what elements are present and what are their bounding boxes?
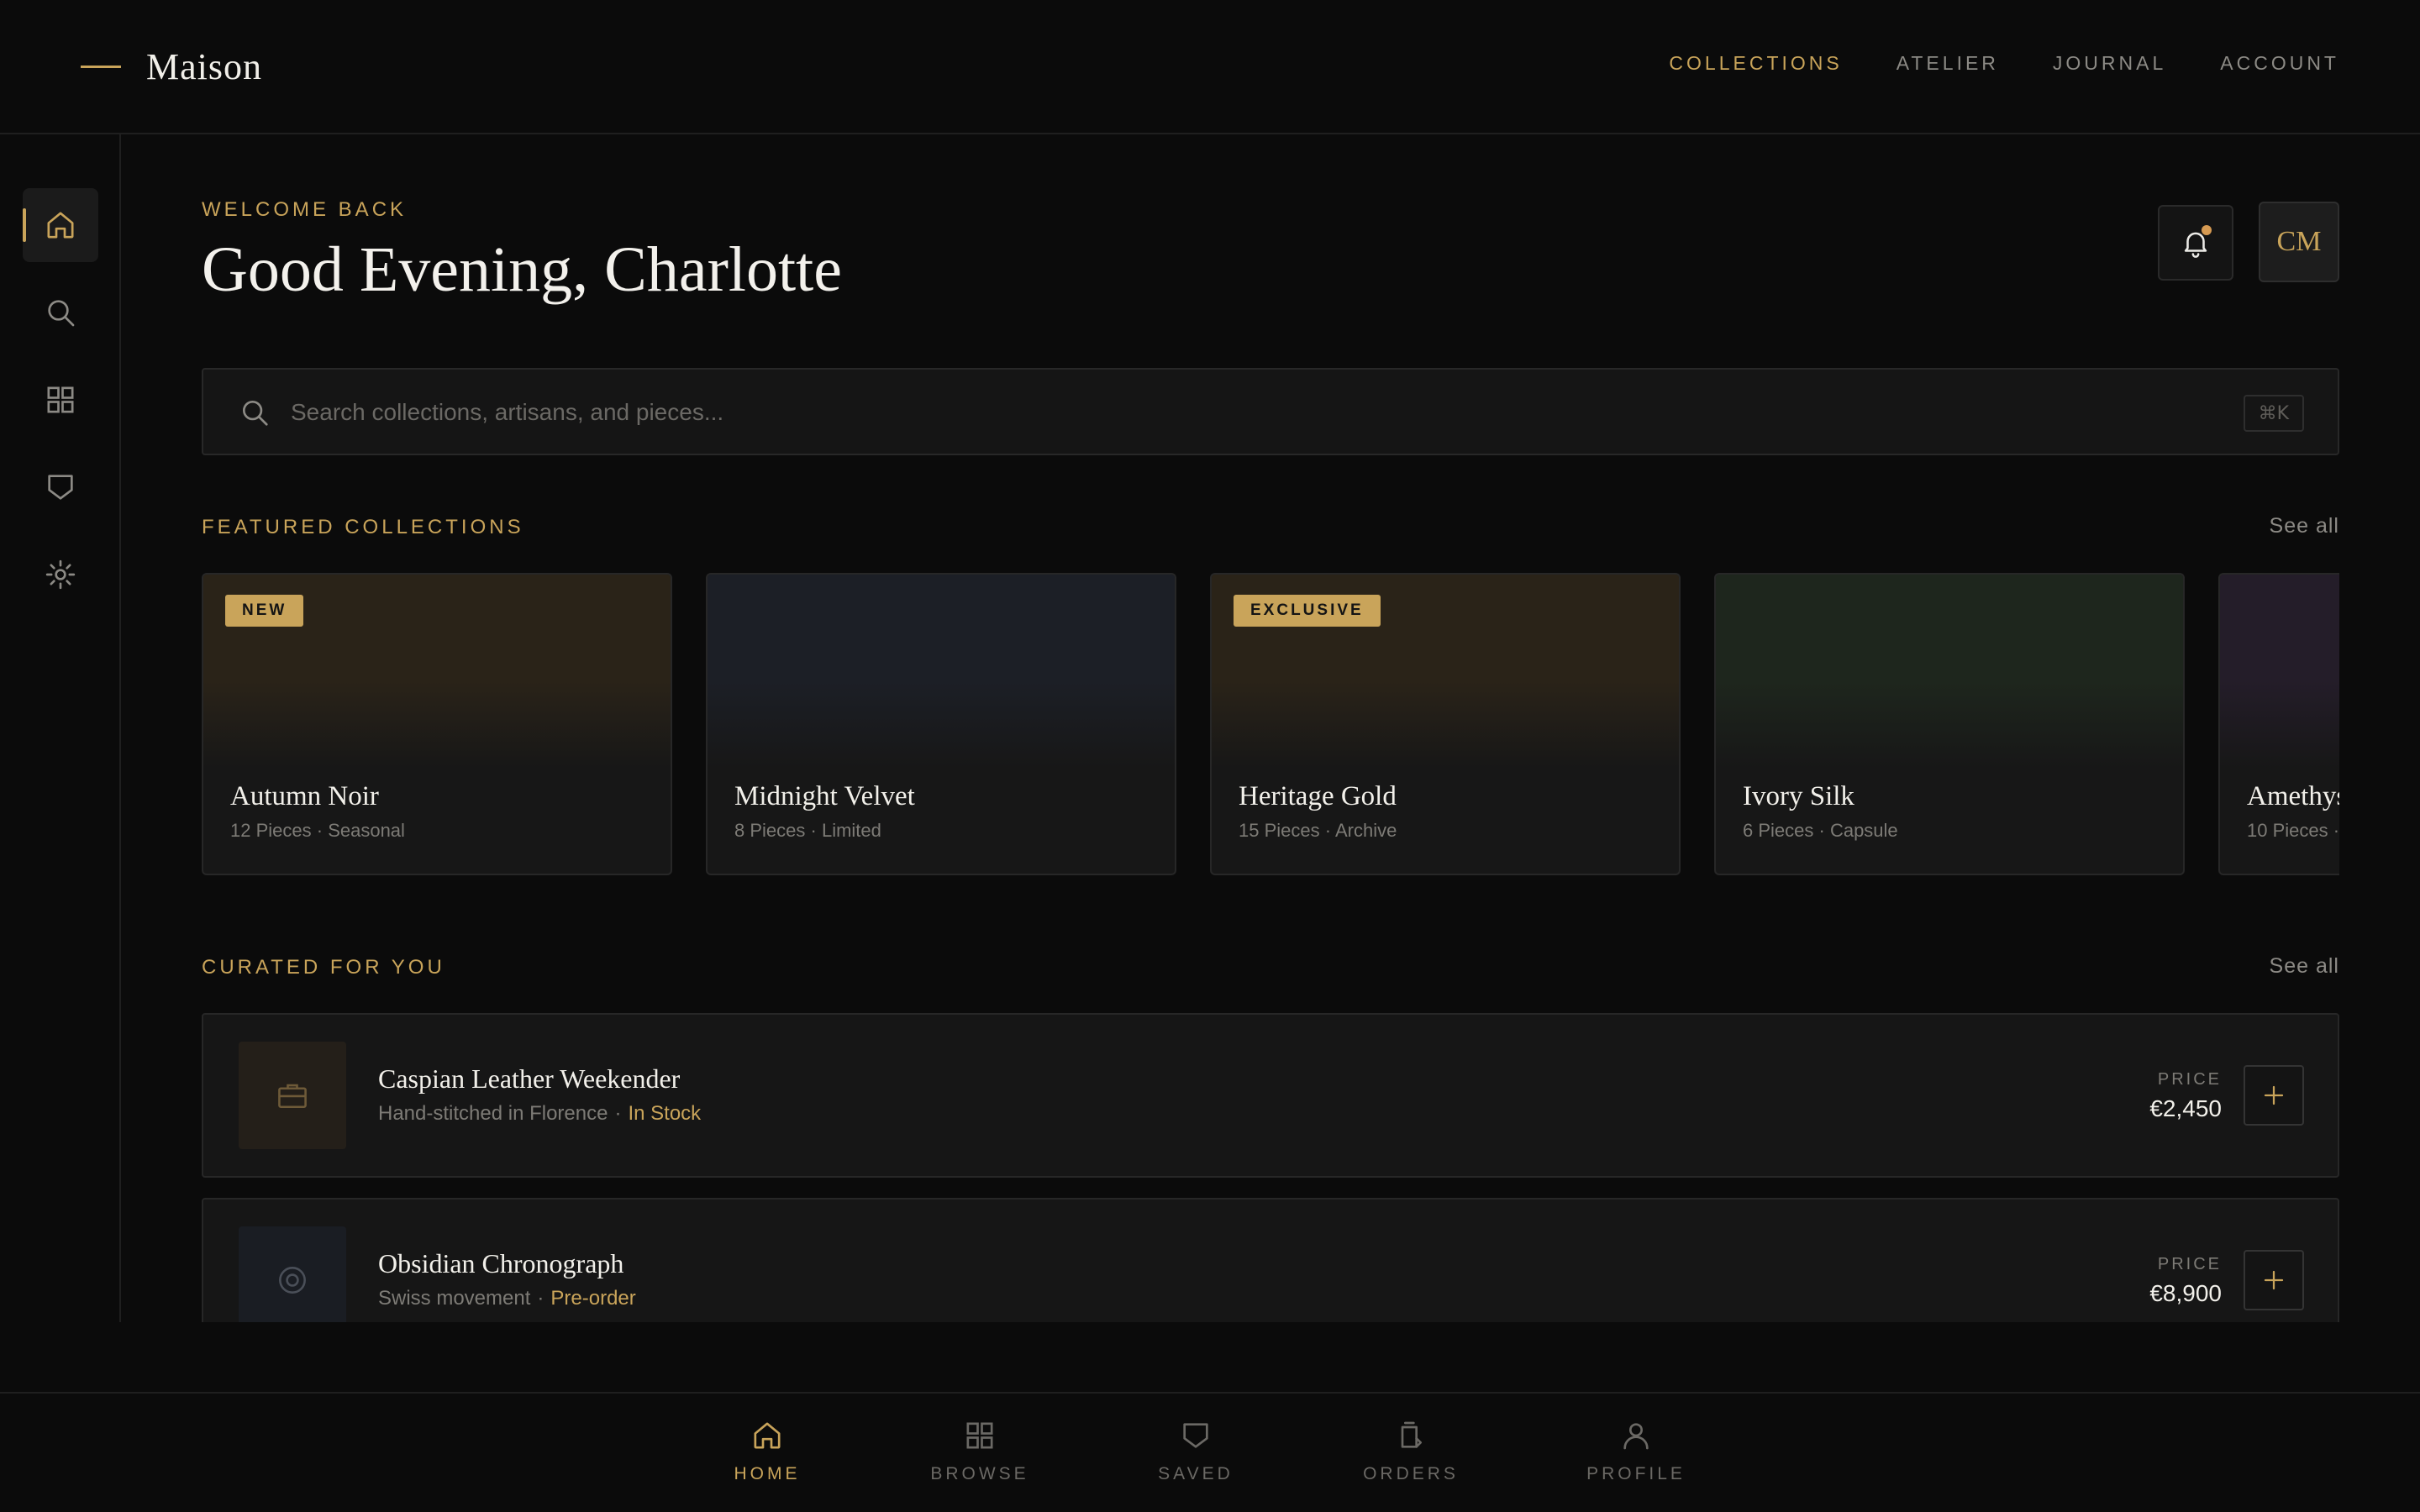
page-title: Good Evening, Charlotte	[202, 234, 842, 305]
card-title: Midnight Velvet	[734, 781, 915, 811]
rail-home[interactable]	[23, 188, 98, 262]
tab-browse[interactable]: BROWSE	[904, 1419, 1055, 1494]
product-thumbnail	[239, 1226, 346, 1334]
rail-browse[interactable]	[23, 363, 98, 437]
notifications-button[interactable]	[2158, 205, 2233, 281]
keyboard-shortcut-hint: ⌘K	[2243, 395, 2304, 432]
tab-label: PROFILE	[1586, 1464, 1686, 1483]
tab-label: SAVED	[1158, 1464, 1234, 1483]
rail-search[interactable]	[23, 276, 98, 349]
brand-mark	[81, 65, 121, 68]
card-title: Amethyst	[2247, 781, 2339, 811]
card-meta: 15 Pieces · Archive	[1239, 820, 1397, 841]
product-row[interactable]: Caspian Leather Weekender Hand-stitched …	[202, 1013, 2339, 1178]
nav-collections[interactable]: COLLECTIONS	[1669, 52, 1842, 75]
home-icon	[754, 1422, 781, 1449]
card-title: Ivory Silk	[1743, 781, 1854, 811]
tab-label: BROWSE	[930, 1464, 1029, 1483]
price-label: PRICE	[2157, 1255, 2222, 1273]
card-meta: 6 Pieces · Capsule	[1743, 820, 1898, 841]
product-subtitle: Swiss movement · Pre-order	[378, 1287, 636, 1310]
nav-journal[interactable]: JOURNAL	[2053, 52, 2166, 75]
add-to-cart-button[interactable]	[2244, 1065, 2304, 1126]
brand[interactable]: Maison	[81, 39, 262, 94]
card-title: Autumn Noir	[230, 781, 379, 811]
settings-icon	[45, 559, 76, 590]
card-image	[708, 575, 1175, 768]
search-icon	[48, 300, 75, 327]
bottom-nav: HOME BROWSE SAVED ORDERS PROFILE	[0, 1392, 2420, 1512]
card-meta: 12 Pieces · Seasonal	[230, 820, 405, 841]
orders-icon	[1401, 1421, 1422, 1448]
product-thumbnail	[239, 1042, 346, 1149]
product-price: €2,450	[2149, 1095, 2222, 1121]
user-icon	[1623, 1423, 1649, 1450]
product-price: €8,900	[2149, 1280, 2222, 1306]
card-badge: EXCLUSIVE	[1234, 595, 1381, 627]
price-label: PRICE	[2157, 1070, 2222, 1089]
home-icon	[47, 212, 74, 239]
nav-account[interactable]: ACCOUNT	[2220, 52, 2339, 75]
avatar[interactable]: CM	[2259, 202, 2339, 282]
search-bar: ⌘K	[202, 368, 2339, 455]
brand-name: Maison	[146, 45, 262, 87]
tab-profile[interactable]: PROFILE	[1560, 1419, 1712, 1494]
collection-card[interactable]: Midnight Velvet 8 Pieces · Limited	[706, 573, 1176, 875]
top-nav: COLLECTIONS ATELIER JOURNAL ACCOUNT	[1615, 52, 2339, 75]
product-subtitle: Hand-stitched in Florence · In Stock	[378, 1102, 702, 1125]
notification-dot	[2202, 225, 2212, 235]
featured-see-all-link[interactable]: See all	[2270, 514, 2339, 538]
product-status: In Stock	[628, 1102, 702, 1125]
welcome-eyebrow: WELCOME BACK	[202, 198, 408, 221]
card-badge: NEW	[225, 595, 304, 627]
scroll-mask	[0, 1322, 2420, 1392]
grid-icon	[47, 386, 74, 413]
watch-icon	[279, 1267, 306, 1294]
collections-carousel[interactable]: NEW Autumn Noir 12 Pieces · Seasonal Mid…	[202, 573, 2339, 875]
plus-icon	[2264, 1085, 2284, 1105]
tab-orders[interactable]: ORDERS	[1335, 1419, 1486, 1494]
briefcase-icon	[278, 1084, 307, 1109]
product-status: Pre-order	[550, 1287, 636, 1310]
product-title: Obsidian Chronograph	[378, 1248, 624, 1278]
card-image	[1716, 575, 2183, 768]
tab-label: ORDERS	[1363, 1464, 1459, 1483]
collection-card[interactable]: Ivory Silk 6 Pieces · Capsule	[1714, 573, 2185, 875]
tab-saved[interactable]: SAVED	[1120, 1419, 1271, 1494]
collection-card[interactable]: Amethyst 10 Pieces ·	[2218, 573, 2339, 875]
card-image	[2220, 575, 2339, 768]
tab-label: HOME	[734, 1464, 801, 1483]
add-to-cart-button[interactable]	[2244, 1250, 2304, 1310]
tab-home[interactable]: HOME	[692, 1419, 843, 1494]
card-meta: 8 Pieces · Limited	[734, 820, 881, 841]
top-bar: Maison COLLECTIONS ATELIER JOURNAL ACCOU…	[0, 0, 2420, 134]
rail-settings[interactable]	[23, 538, 98, 612]
search-input[interactable]	[291, 391, 2139, 433]
collection-card[interactable]: NEW Autumn Noir 12 Pieces · Seasonal	[202, 573, 672, 875]
search-icon	[242, 400, 268, 426]
plus-icon	[2264, 1270, 2284, 1290]
card-meta: 10 Pieces ·	[2247, 820, 2339, 841]
collection-card[interactable]: EXCLUSIVE Heritage Gold 15 Pieces · Arch…	[1210, 573, 1681, 875]
featured-section-title: FEATURED COLLECTIONS	[202, 516, 524, 538]
product-title: Caspian Leather Weekender	[378, 1063, 681, 1094]
nav-atelier[interactable]: ATELIER	[1897, 52, 1999, 75]
rail-saved[interactable]	[23, 450, 98, 524]
grid-icon	[966, 1422, 993, 1449]
shield-icon	[1183, 1423, 1208, 1448]
curated-see-all-link[interactable]: See all	[2270, 954, 2339, 979]
curated-section-title: CURATED FOR YOU	[202, 956, 445, 979]
shield-icon	[48, 475, 73, 500]
card-title: Heritage Gold	[1239, 781, 1397, 811]
side-rail	[0, 134, 121, 1392]
